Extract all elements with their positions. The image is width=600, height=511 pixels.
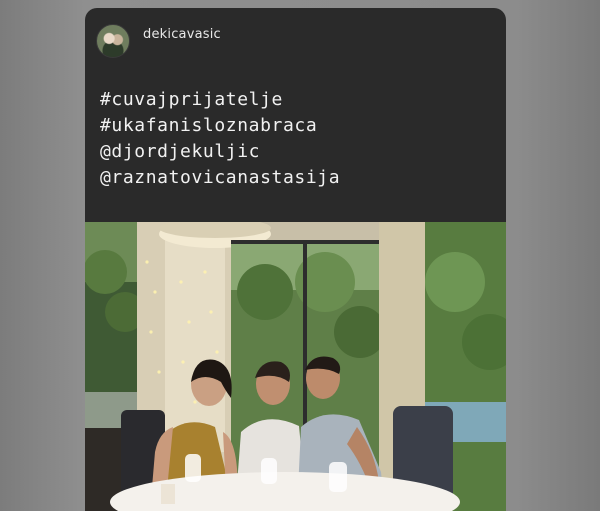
profile-avatar[interactable] (96, 24, 130, 58)
story-header: dekicavasic (85, 8, 506, 64)
story-photo (85, 222, 506, 511)
username-link[interactable]: dekicavasic (143, 27, 221, 42)
hashtag-link[interactable]: #ukafanisloznabraca (100, 113, 500, 139)
story-caption: #cuvajprijatelje #ukafanisloznabraca @dj… (100, 87, 500, 191)
hashtag-link[interactable]: #cuvajprijatelje (100, 87, 500, 113)
mention-link[interactable]: @djordjekuljic (100, 139, 500, 165)
restaurant-group-photo (85, 222, 506, 511)
mention-link[interactable]: @raznatovicanastasija (100, 165, 500, 191)
story-card: dekicavasic #cuvajprijatelje #ukafanislo… (85, 8, 506, 511)
